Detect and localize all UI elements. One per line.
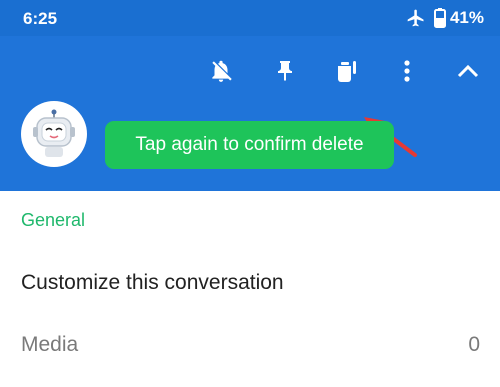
bot-icon xyxy=(33,109,75,157)
battery-icon xyxy=(433,8,446,28)
pin-icon[interactable] xyxy=(270,56,300,86)
section-header-general: General xyxy=(21,210,86,230)
airplane-icon xyxy=(406,8,426,28)
media-item[interactable]: Media xyxy=(21,333,78,357)
toast-message: Tap again to confirm delete xyxy=(135,134,364,155)
delete-icon[interactable] xyxy=(332,56,362,86)
confirm-delete-toast: Tap again to confirm delete xyxy=(105,121,394,169)
media-count: 0 xyxy=(468,333,480,356)
customize-conversation-item[interactable]: Customize this conversation xyxy=(21,271,284,295)
status-icons: 41% xyxy=(406,8,484,28)
status-bar: 6:25 41% xyxy=(0,0,500,36)
mute-notifications-icon[interactable] xyxy=(206,56,236,86)
conversation-app-bar: Tap again to confirm delete xyxy=(0,36,500,191)
avatar[interactable] xyxy=(21,101,87,167)
status-time: 6:25 xyxy=(23,9,58,28)
battery-percentage: 41% xyxy=(449,8,484,27)
more-vert-icon[interactable] xyxy=(392,56,422,86)
collapse-icon[interactable] xyxy=(453,56,483,86)
